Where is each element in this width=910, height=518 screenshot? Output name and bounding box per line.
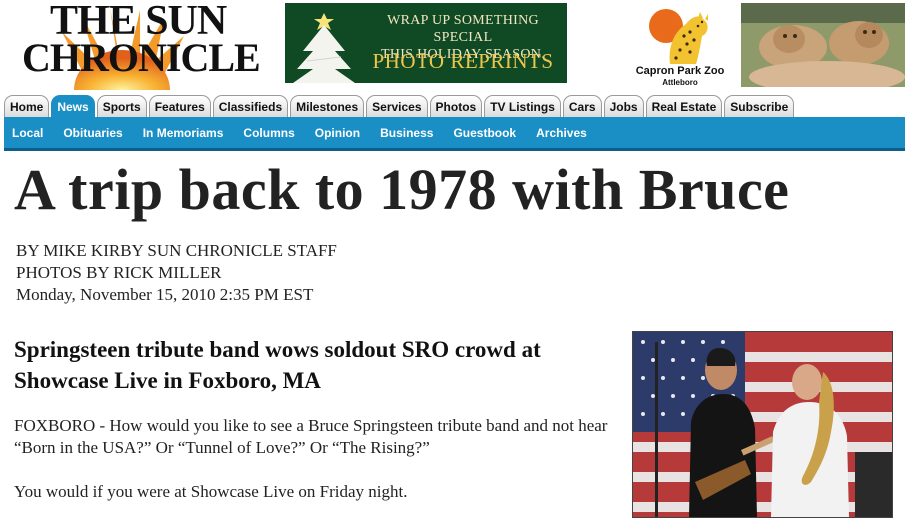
article-paragraph: You would if you were at Showcase Live o…: [14, 482, 408, 501]
tab-sports[interactable]: Sports: [96, 95, 147, 117]
lions-photo: [741, 3, 905, 87]
subnav-archives[interactable]: Archives: [536, 126, 587, 140]
main-nav: Home News Sports Features Classifieds Mi…: [4, 95, 796, 117]
masthead-logo[interactable]: THE SUN CHRONICLE: [22, 0, 261, 90]
publish-date: Monday, November 15, 2010 2:35 PM EST: [16, 285, 314, 304]
zoo-location: Attleboro: [662, 78, 698, 87]
subnav-columns[interactable]: Columns: [243, 126, 294, 140]
photo-reprints-ad[interactable]: WRAP UP SOMETHING SPECIAL THIS HOLIDAY S…: [285, 3, 567, 83]
tab-tv-listings[interactable]: TV Listings: [484, 95, 561, 117]
article-paragraph: FOXBORO - How would you like to see a Br…: [14, 416, 608, 457]
tab-real-estate[interactable]: Real Estate: [645, 95, 723, 117]
subnav-in-memoriams[interactable]: In Memoriams: [143, 126, 224, 140]
concert-photo: [633, 332, 892, 517]
subnav-guestbook[interactable]: Guestbook: [453, 126, 516, 140]
subnav-business[interactable]: Business: [380, 126, 433, 140]
capron-park-zoo-ad[interactable]: Capron Park Zoo Attleboro: [622, 6, 738, 88]
tab-photos[interactable]: Photos: [429, 95, 483, 117]
article-byline-block: BY MIKE KIRBY SUN CHRONICLE STAFF PHOTOS…: [16, 240, 337, 306]
photo-credit: PHOTOS BY RICK MILLER: [16, 263, 222, 282]
subnav-opinion[interactable]: Opinion: [315, 126, 360, 140]
tab-milestones[interactable]: Milestones: [290, 95, 365, 117]
article-photo[interactable]: [632, 331, 893, 518]
author-byline: BY MIKE KIRBY SUN CHRONICLE STAFF: [16, 241, 337, 260]
masthead-line2: CHRONICLE: [22, 35, 261, 80]
tab-cars[interactable]: Cars: [562, 95, 602, 117]
tab-classifieds[interactable]: Classifieds: [212, 95, 289, 117]
tab-services[interactable]: Services: [366, 95, 428, 117]
christmas-tree-icon: [293, 13, 355, 83]
cheetah-icon: [649, 9, 708, 64]
article-subhead: Springsteen tribute band wows soldout SR…: [14, 337, 541, 393]
subnav-local[interactable]: Local: [12, 126, 43, 140]
subnav-obituaries[interactable]: Obituaries: [63, 126, 122, 140]
article-headline: A trip back to 1978 with Bruce: [14, 157, 790, 222]
reprints-ad-cta: PHOTO REPRINTS: [372, 49, 554, 73]
sub-nav: Local Obituaries In Memoriams Columns Op…: [4, 117, 905, 151]
tab-jobs[interactable]: Jobs: [603, 95, 644, 117]
zoo-name: Capron Park Zoo: [635, 65, 725, 77]
tab-home[interactable]: Home: [4, 95, 50, 117]
tab-subscribe[interactable]: Subscribe: [724, 95, 795, 117]
tab-features[interactable]: Features: [148, 95, 211, 117]
tab-news[interactable]: News: [51, 95, 95, 117]
lions-photo-ad[interactable]: [741, 3, 905, 87]
